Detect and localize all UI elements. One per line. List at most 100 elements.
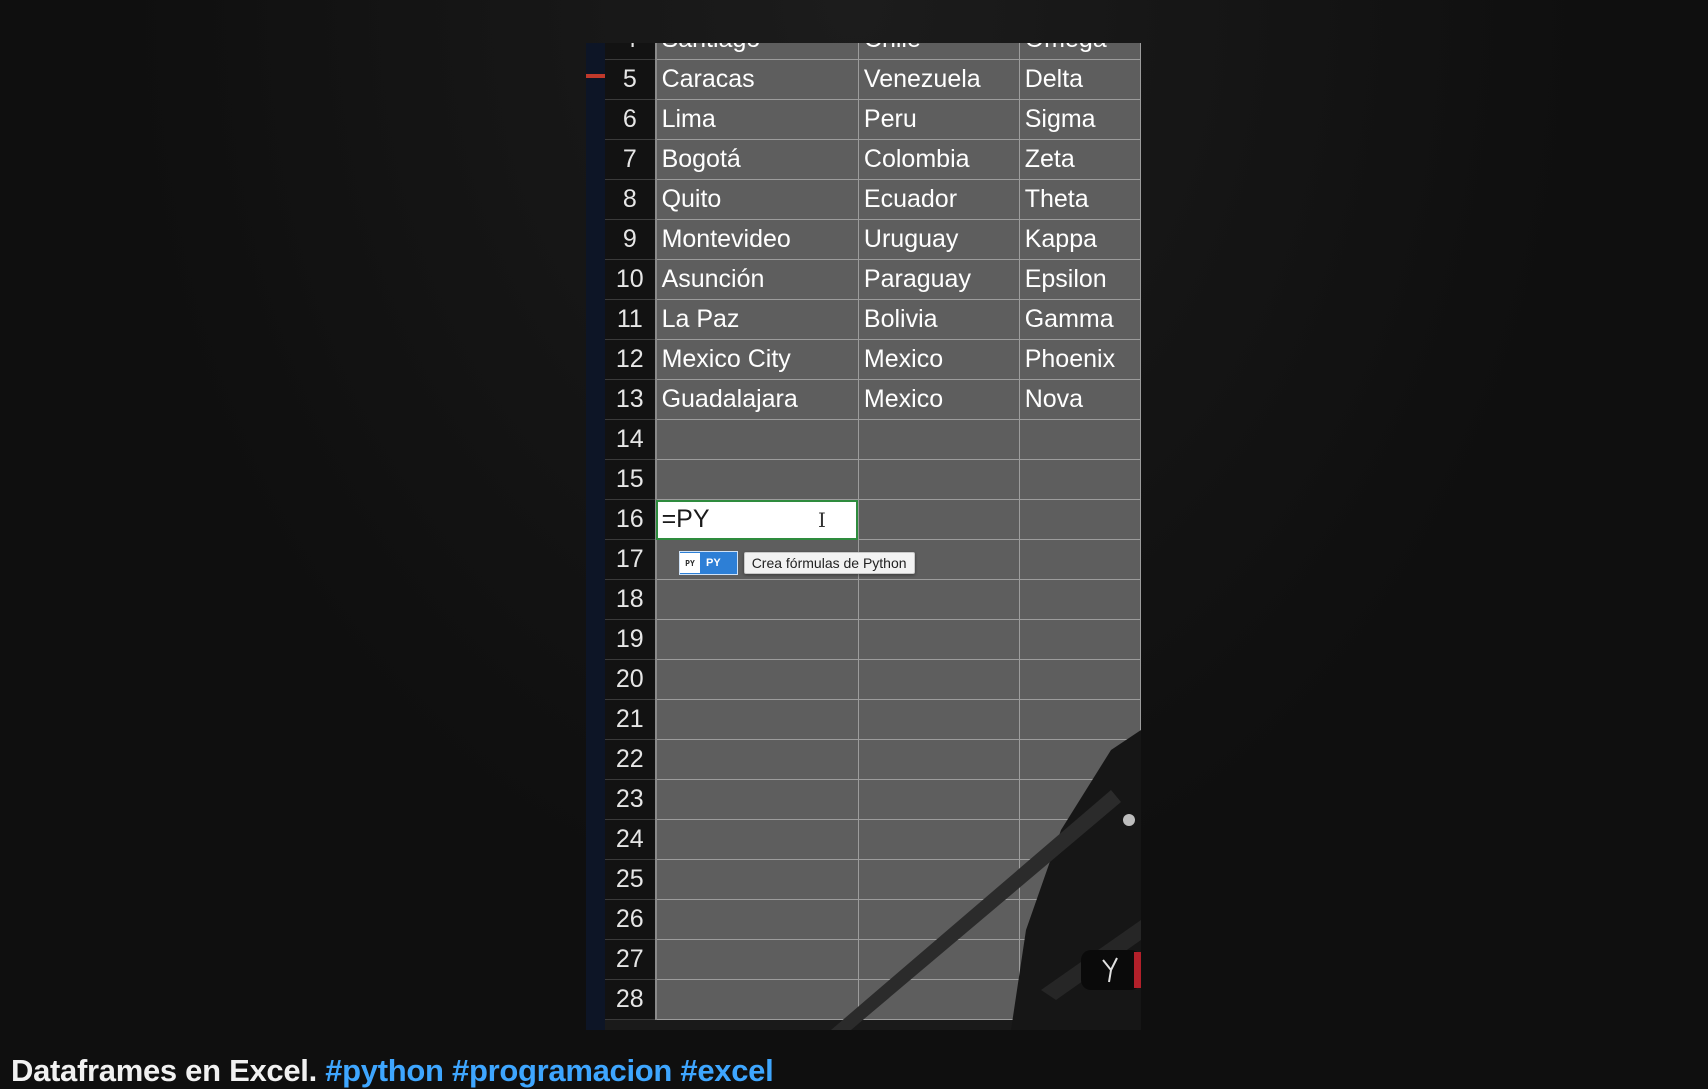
cell-col-b[interactable]: Bolivia [858,299,1020,340]
cell-col-c[interactable]: Epsilon [1019,259,1141,300]
cell-col-b[interactable]: Uruguay [858,219,1020,260]
cell-value: Zeta [1024,145,1075,173]
row-header[interactable]: 20 [605,659,657,700]
cell-value: Santiago [662,43,761,53]
row-header[interactable]: 28 [605,979,657,1020]
cell-col-a[interactable]: Lima [655,99,859,140]
active-cell-formula-input[interactable]: =PY I [655,499,859,540]
cell-col-b[interactable]: Ecuador [858,179,1020,220]
cell-value: Peru [863,105,917,133]
row-header[interactable]: 26 [605,899,657,940]
row-header[interactable]: 7 [605,139,657,180]
cell-value: Gamma [1024,305,1114,333]
row-header[interactable]: 9 [605,219,657,260]
cell-value: =PY [661,505,710,533]
i-beam-cursor-icon: I [818,508,826,532]
cell-col-c[interactable]: Theta [1019,179,1141,220]
cell-col-a[interactable]: Asunción [655,259,859,300]
cell-col-c[interactable] [1019,419,1141,460]
cell-col-c[interactable]: Omega [1019,43,1141,60]
cell-value: Uruguay [863,225,959,253]
row-header[interactable]: 8 [605,179,657,220]
cell-col-c[interactable]: Gamma [1019,299,1141,340]
cell-col-b[interactable]: Venezuela [858,59,1020,100]
cell-col-a[interactable] [655,579,859,620]
cell-col-b[interactable]: Paraguay [858,259,1020,300]
row-header[interactable]: 14 [605,419,657,460]
cell-col-b[interactable] [858,619,1020,660]
chair-bolt-icon [1123,814,1135,826]
cell-col-a[interactable]: Santiago [655,43,859,60]
cell-col-c[interactable] [1019,579,1141,620]
cell-col-b[interactable] [858,499,1020,540]
sheet-row: 19 [605,619,1141,660]
cell-col-c[interactable] [1019,499,1141,540]
row-header[interactable]: 18 [605,579,657,620]
cell-col-b[interactable]: Colombia [858,139,1020,180]
formula-autocomplete[interactable]: PY PY Crea fórmulas de Python [679,551,915,575]
row-header[interactable]: 22 [605,739,657,780]
cell-col-a[interactable] [655,459,859,500]
sheet-row: 12 Mexico City Mexico Phoenix [605,339,1141,380]
row-header[interactable]: 19 [605,619,657,660]
cell-value: Theta [1024,185,1089,213]
sheet-row: 11 La Paz Bolivia Gamma [605,299,1141,340]
cell-col-c[interactable]: Nova [1019,379,1141,420]
row-header[interactable]: 21 [605,699,657,740]
cell-col-c[interactable]: Phoenix [1019,339,1141,380]
row-header[interactable]: 11 [605,299,657,340]
cell-col-a[interactable]: Mexico City [655,339,859,380]
row-header[interactable]: 16 [605,499,657,540]
autocomplete-item-py[interactable]: PY PY [679,551,738,575]
cell-col-c[interactable] [1019,459,1141,500]
cell-col-b[interactable]: Mexico [858,339,1020,380]
cell-col-c[interactable] [1019,539,1141,580]
cell-col-c[interactable]: Sigma [1019,99,1141,140]
cell-col-a[interactable]: Quito [655,179,859,220]
row-header[interactable]: 24 [605,819,657,860]
cell-col-a[interactable] [655,419,859,460]
cell-col-c[interactable] [1019,619,1141,660]
sheet-row: 14 [605,419,1141,460]
cell-col-b[interactable]: Mexico [858,379,1020,420]
cell-col-a[interactable]: Bogotá [655,139,859,180]
cell-col-a[interactable]: Montevideo [655,219,859,260]
cell-col-b[interactable] [858,459,1020,500]
cell-col-b[interactable] [858,419,1020,460]
row-header[interactable]: 17 [605,539,657,580]
row-header[interactable]: 25 [605,859,657,900]
autocomplete-tooltip: Crea fórmulas de Python [743,552,915,574]
cell-value: Colombia [863,145,970,173]
row-header[interactable]: 4 [605,43,657,60]
cell-value: Venezuela [863,65,981,93]
cell-col-a[interactable]: Caracas [655,59,859,100]
cell-value: Quito [661,185,722,213]
cell-col-b[interactable]: Peru [858,99,1020,140]
video-player[interactable]: 4 Santiago Chile Omega 5Caracas Venezuela Delt… [586,43,1141,1030]
cell-value: Omega [1025,43,1107,53]
row-header[interactable]: 15 [605,459,657,500]
row-header[interactable]: 27 [605,939,657,980]
cell-col-c[interactable]: Delta [1019,59,1141,100]
cell-col-c[interactable]: Kappa [1019,219,1141,260]
row-header[interactable]: 12 [605,339,657,380]
cell-col-b[interactable] [858,579,1020,620]
cell-value: Asunción [661,265,765,293]
cell-col-a[interactable] [655,619,859,660]
cell-col-a[interactable]: La Paz [655,299,859,340]
sheet-left-edge [586,43,605,1030]
row-header[interactable]: 13 [605,379,657,420]
hashtag-python[interactable]: #python [325,1053,444,1088]
row-header[interactable]: 5 [605,59,657,100]
hashtag-programacion[interactable]: #programacion [452,1053,672,1088]
row-header[interactable]: 10 [605,259,657,300]
cell-value: Sigma [1024,105,1096,133]
row-header[interactable]: 23 [605,779,657,820]
cell-col-c[interactable]: Zeta [1019,139,1141,180]
cell-col-a[interactable]: Guadalajara [655,379,859,420]
cell-col-b[interactable]: Chile [858,43,1020,60]
cell-value: Mexico [863,385,944,413]
row-header[interactable]: 6 [605,99,657,140]
hashtag-excel[interactable]: #excel [680,1053,773,1088]
cell-value: Ecuador [863,185,958,213]
